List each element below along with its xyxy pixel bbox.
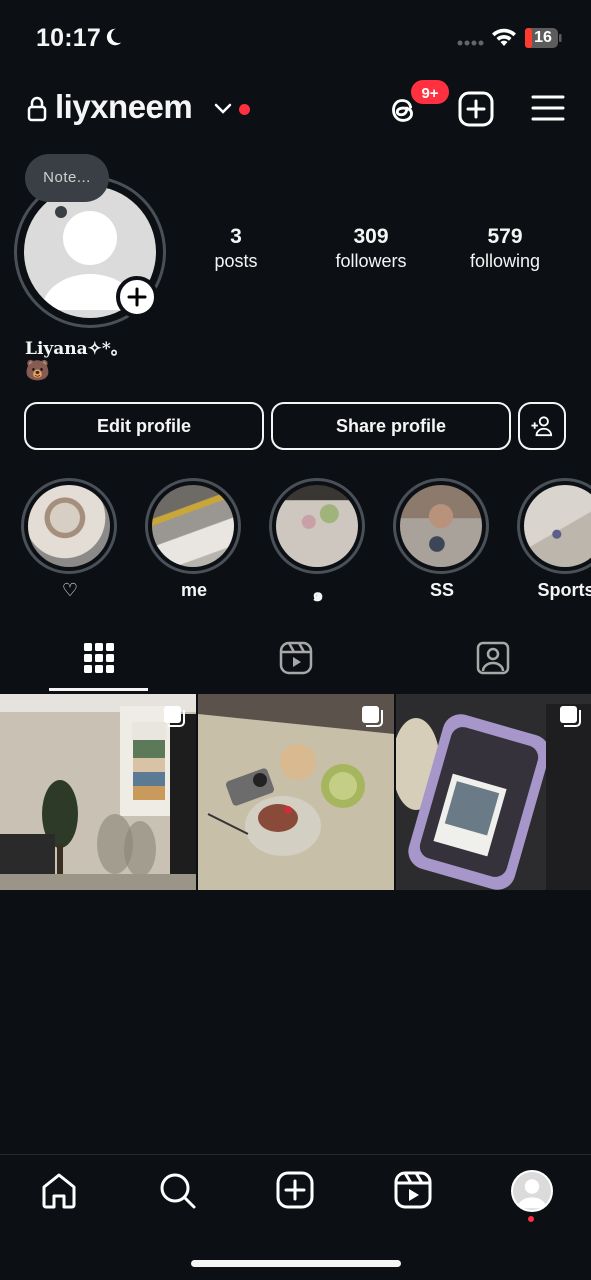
carousel-icon bbox=[560, 706, 581, 727]
stat-label: following bbox=[469, 251, 541, 271]
battery-level: 16 bbox=[534, 29, 552, 46]
menu-icon[interactable] bbox=[531, 93, 565, 123]
signal-icon bbox=[457, 40, 484, 46]
plus-icon bbox=[127, 287, 147, 307]
home-indicator[interactable] bbox=[191, 1260, 401, 1267]
highlight-ring bbox=[145, 478, 241, 574]
highlight-ring bbox=[21, 478, 117, 574]
note-bubble[interactable]: Note... bbox=[25, 154, 109, 202]
highlight-item[interactable]: SS bbox=[393, 478, 491, 601]
username[interactable]: liyxneem bbox=[55, 88, 193, 126]
highlight-item[interactable]: ๑ bbox=[269, 478, 367, 609]
stat-posts[interactable]: 3 posts bbox=[196, 225, 276, 273]
profile-notification-dot bbox=[528, 1216, 534, 1222]
stat-value: 3 bbox=[230, 225, 242, 248]
moon-icon bbox=[106, 28, 122, 46]
stat-following[interactable]: 579 following bbox=[450, 225, 560, 273]
discover-people-button[interactable] bbox=[518, 402, 566, 450]
grid-tab-icon[interactable] bbox=[81, 640, 117, 676]
stat-value: 309 bbox=[353, 225, 389, 248]
status-bar: 10:17 16 bbox=[0, 0, 591, 76]
note-tail bbox=[55, 206, 67, 218]
highlight-cover bbox=[400, 485, 482, 567]
highlight-ring bbox=[269, 478, 365, 574]
status-time: 10:17 bbox=[36, 24, 101, 52]
lock-icon bbox=[27, 96, 47, 122]
post-thumbnail[interactable] bbox=[0, 694, 196, 890]
display-name: Liyana✧*｡ bbox=[25, 339, 120, 359]
bio: 🐻 bbox=[25, 360, 50, 382]
share-profile-button[interactable]: Share profile bbox=[271, 402, 511, 450]
highlight-item[interactable]: me bbox=[145, 478, 243, 601]
add-story-button[interactable] bbox=[116, 276, 158, 318]
create-icon[interactable] bbox=[458, 91, 494, 127]
edit-profile-button[interactable]: Edit profile bbox=[24, 402, 264, 450]
reels-tab-icon[interactable] bbox=[278, 640, 314, 676]
highlight-label: SS bbox=[429, 580, 454, 600]
highlight-cover bbox=[524, 485, 591, 567]
carousel-icon bbox=[362, 706, 383, 727]
add-person-icon bbox=[531, 416, 553, 437]
wifi-icon bbox=[492, 28, 516, 46]
highlight-item[interactable]: ♡ bbox=[21, 478, 119, 601]
highlight-ring bbox=[393, 478, 489, 574]
search-icon[interactable] bbox=[157, 1170, 197, 1210]
stat-label: followers bbox=[335, 251, 407, 271]
highlight-label: me bbox=[180, 580, 207, 600]
notification-badge: 9+ bbox=[409, 78, 451, 106]
profile-icon bbox=[513, 1172, 551, 1210]
stat-label: posts bbox=[214, 251, 258, 271]
post-thumbnail[interactable] bbox=[198, 694, 394, 890]
stat-followers[interactable]: 309 followers bbox=[316, 225, 426, 273]
highlight-cover bbox=[152, 485, 234, 567]
highlight-label: Sports bbox=[537, 580, 591, 600]
highlight-cover bbox=[28, 485, 110, 567]
create-icon[interactable] bbox=[275, 1170, 315, 1210]
carousel-icon bbox=[164, 706, 185, 727]
stat-value: 579 bbox=[487, 225, 523, 248]
profile-nav-avatar[interactable] bbox=[511, 1170, 553, 1212]
home-icon[interactable] bbox=[39, 1170, 79, 1210]
highlight-cover bbox=[276, 485, 358, 567]
post-thumbnail[interactable] bbox=[396, 694, 591, 890]
highlight-label: ๑ bbox=[312, 585, 324, 605]
highlight-ring bbox=[517, 478, 591, 574]
tagged-tab-icon[interactable] bbox=[475, 640, 511, 676]
active-tab-indicator bbox=[49, 688, 148, 691]
chevron-down-icon[interactable] bbox=[214, 102, 232, 116]
highlight-item[interactable]: Sports bbox=[517, 478, 591, 601]
highlight-label: ♡ bbox=[61, 580, 79, 600]
reels-icon[interactable] bbox=[393, 1170, 433, 1210]
account-notification-dot bbox=[239, 104, 250, 115]
